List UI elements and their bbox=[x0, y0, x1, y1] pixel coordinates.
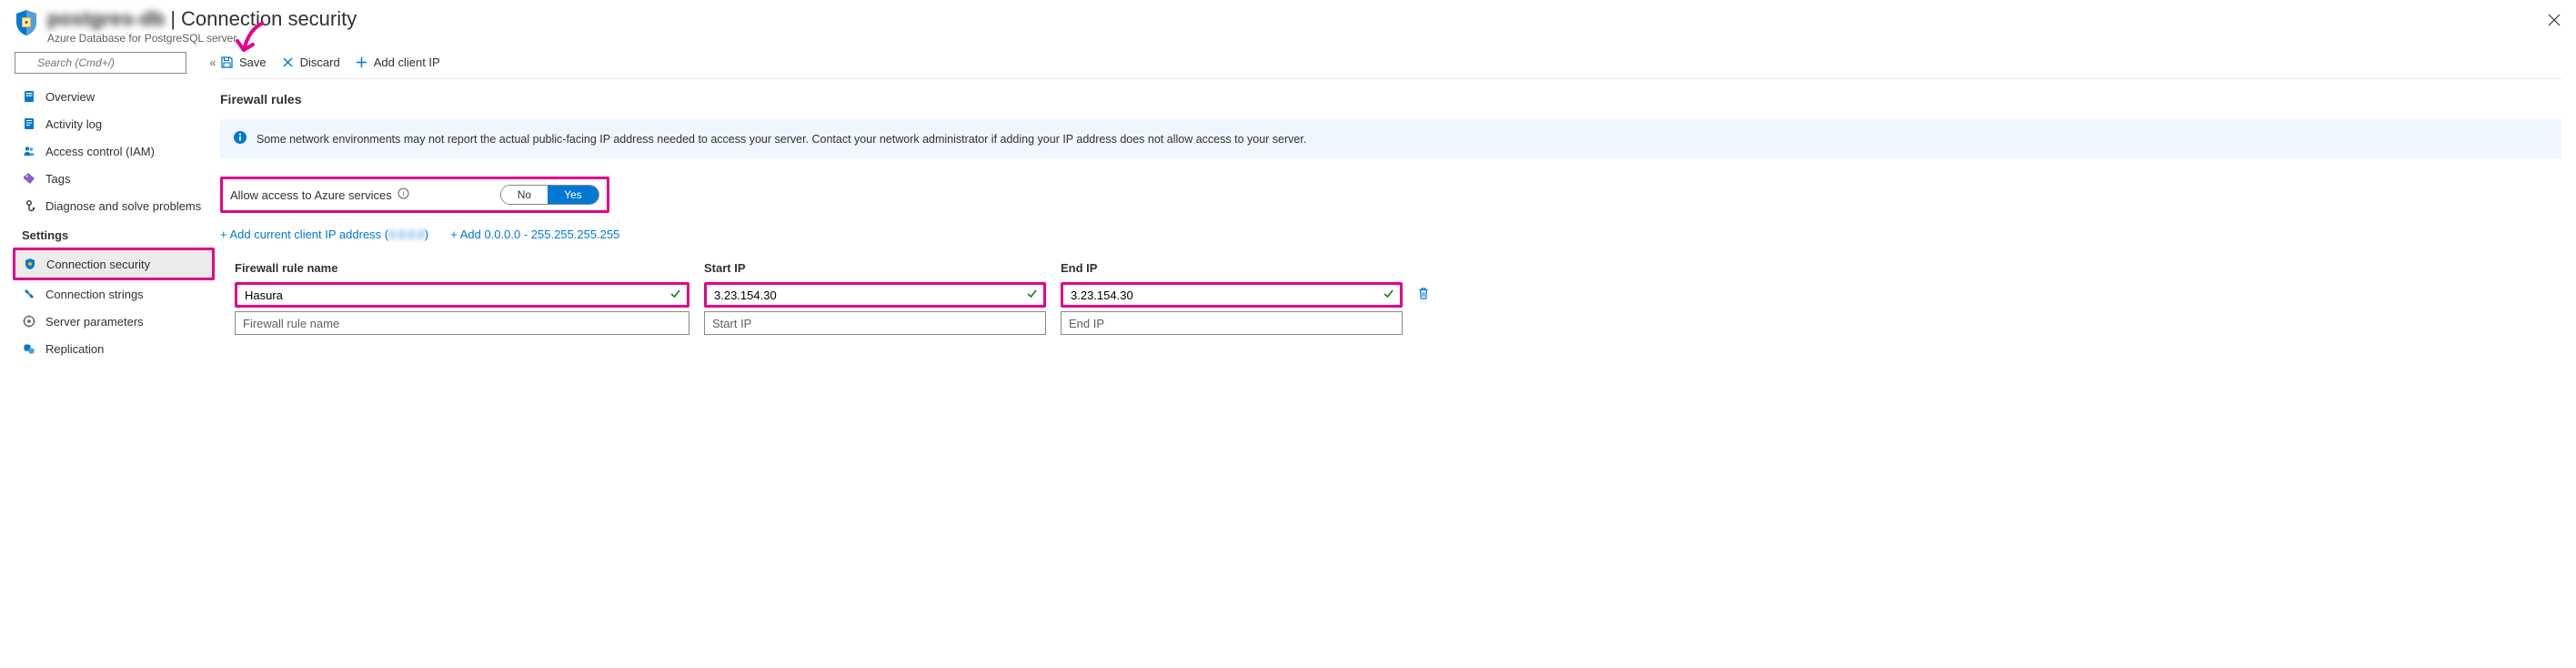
new-rule-start-ip-input[interactable] bbox=[704, 311, 1046, 335]
sidebar-item-activity-log[interactable]: Activity log bbox=[15, 110, 220, 137]
resource-type-subtitle: Azure Database for PostgreSQL server bbox=[47, 32, 357, 45]
save-button[interactable]: Save bbox=[220, 56, 267, 69]
command-bar: Save Discard Add client IP bbox=[220, 48, 2561, 79]
new-rule-name-input[interactable] bbox=[235, 311, 689, 335]
save-icon bbox=[220, 56, 234, 69]
rule-name-input[interactable] bbox=[237, 285, 687, 305]
sidebar-item-label: Tags bbox=[45, 172, 70, 186]
sidebar-item-label: Activity log bbox=[45, 117, 102, 131]
sidebar: « Overview Activity log Access control (… bbox=[0, 48, 220, 373]
replication-icon bbox=[22, 341, 36, 356]
sidebar-item-label: Diagnose and solve problems bbox=[45, 199, 201, 213]
add-current-ip-link[interactable]: + Add current client IP address (0.0.0.0… bbox=[220, 228, 428, 241]
close-icon bbox=[2548, 14, 2561, 26]
firewall-quick-links: + Add current client IP address (0.0.0.0… bbox=[220, 228, 2561, 241]
page-title: Connection security bbox=[181, 7, 357, 31]
discard-icon bbox=[281, 56, 295, 69]
add-all-ips-link[interactable]: + Add 0.0.0.0 - 255.255.255.255 bbox=[450, 228, 619, 241]
save-button-label: Save bbox=[239, 56, 267, 69]
sidebar-item-label: Connection strings bbox=[45, 288, 144, 301]
sidebar-item-tags[interactable]: Tags bbox=[15, 165, 220, 192]
firewall-section-title: Firewall rules bbox=[220, 92, 2561, 106]
checkmark-icon bbox=[1026, 288, 1038, 302]
info-banner: Some network environments may not report… bbox=[220, 119, 2561, 158]
plug-icon bbox=[22, 287, 36, 301]
info-icon bbox=[233, 130, 247, 147]
close-button[interactable] bbox=[2543, 9, 2565, 31]
toggle-option-yes[interactable]: Yes bbox=[548, 186, 599, 204]
sidebar-item-label: Overview bbox=[45, 90, 95, 104]
sidebar-item-overview[interactable]: Overview bbox=[15, 83, 220, 110]
col-header-name: Firewall rule name bbox=[235, 261, 689, 275]
sidebar-item-label: Replication bbox=[45, 342, 104, 356]
firewall-rules-table: Firewall rule name Start IP End IP bbox=[220, 256, 2561, 337]
gear-icon bbox=[22, 314, 36, 329]
sidebar-item-label: Access control (IAM) bbox=[45, 145, 155, 158]
people-icon bbox=[22, 144, 36, 158]
server-icon bbox=[22, 89, 36, 104]
discard-button-label: Discard bbox=[300, 56, 340, 69]
toggle-option-no[interactable]: No bbox=[501, 186, 548, 204]
sidebar-item-connection-strings[interactable]: Connection strings bbox=[15, 280, 220, 308]
allow-azure-toggle[interactable]: No Yes bbox=[500, 185, 599, 205]
help-icon[interactable]: i bbox=[397, 187, 409, 202]
diagnose-icon bbox=[22, 198, 36, 213]
page-header: postgres-db | Connection security Azure … bbox=[0, 0, 2576, 48]
shield-db-icon bbox=[15, 9, 38, 39]
collapse-sidebar-button[interactable]: « bbox=[206, 56, 220, 69]
checkmark-icon bbox=[1383, 288, 1394, 302]
sidebar-item-label: Connection security bbox=[46, 258, 150, 271]
add-client-ip-label: Add client IP bbox=[374, 56, 440, 69]
sidebar-item-connection-security[interactable]: Connection security bbox=[15, 250, 212, 278]
delete-rule-button[interactable] bbox=[1417, 289, 1430, 303]
resource-name: postgres-db bbox=[47, 7, 165, 31]
trash-icon bbox=[1417, 287, 1430, 300]
rule-start-ip-input[interactable] bbox=[707, 285, 1043, 305]
new-rule-end-ip-input[interactable] bbox=[1061, 311, 1403, 335]
sidebar-item-server-parameters[interactable]: Server parameters bbox=[15, 308, 220, 335]
sidebar-search-input[interactable] bbox=[15, 52, 186, 74]
table-header: Firewall rule name Start IP End IP bbox=[220, 256, 2561, 280]
sidebar-section-settings: Settings bbox=[15, 219, 220, 248]
title-separator: | bbox=[170, 7, 176, 31]
log-icon bbox=[22, 116, 36, 131]
sidebar-item-replication[interactable]: Replication bbox=[15, 335, 220, 362]
sidebar-item-label: Server parameters bbox=[45, 315, 144, 329]
col-header-start-ip: Start IP bbox=[704, 261, 1046, 275]
checkmark-icon bbox=[669, 288, 681, 302]
table-row-new bbox=[220, 309, 2561, 337]
shield-icon bbox=[23, 257, 37, 271]
tag-icon bbox=[22, 171, 36, 186]
sidebar-item-diagnose[interactable]: Diagnose and solve problems bbox=[15, 192, 220, 219]
plus-icon bbox=[355, 56, 368, 69]
svg-text:i: i bbox=[402, 189, 404, 197]
rule-end-ip-input[interactable] bbox=[1063, 285, 1400, 305]
info-banner-text: Some network environments may not report… bbox=[257, 133, 1306, 146]
table-row bbox=[220, 280, 2561, 309]
col-header-end-ip: End IP bbox=[1061, 261, 1403, 275]
sidebar-item-access-control[interactable]: Access control (IAM) bbox=[15, 137, 220, 165]
discard-button[interactable]: Discard bbox=[281, 56, 340, 69]
main-content: Save Discard Add client IP Firewall rule… bbox=[220, 48, 2576, 373]
allow-azure-toggle-label: Allow access to Azure services i bbox=[230, 187, 409, 202]
add-client-ip-button[interactable]: Add client IP bbox=[355, 56, 440, 69]
